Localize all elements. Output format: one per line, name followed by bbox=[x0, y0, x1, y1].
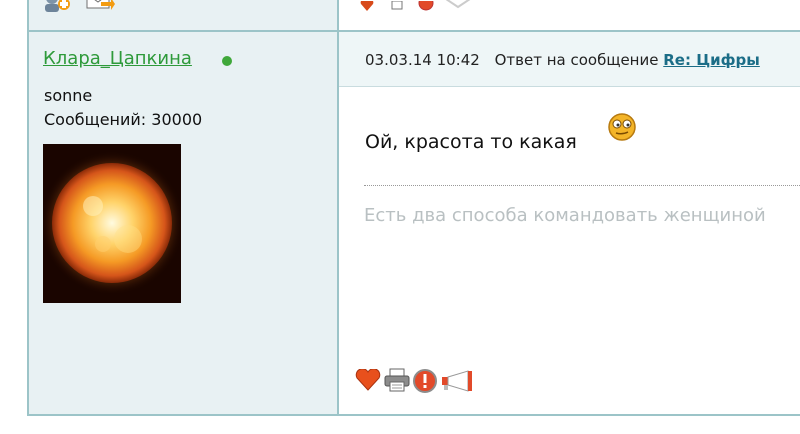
post-date: 03.03.14 10:42 bbox=[365, 51, 480, 69]
previous-post-body-cell bbox=[339, 0, 800, 30]
email-icon[interactable] bbox=[85, 0, 115, 18]
reply-to-link[interactable]: Re: Цифры bbox=[663, 51, 760, 69]
online-status-icon bbox=[222, 56, 232, 66]
report-abuse-icon[interactable] bbox=[412, 368, 438, 398]
posts-label: Сообщений: bbox=[44, 110, 147, 129]
reply-prefix: Ответ на сообщение bbox=[494, 51, 659, 69]
print-icon[interactable] bbox=[390, 0, 404, 15]
previous-post-user-cell bbox=[29, 0, 337, 30]
post-message: Ой, красота то какая bbox=[365, 131, 577, 153]
avatar bbox=[43, 144, 181, 303]
author-status: sonne bbox=[44, 86, 93, 105]
heart-icon[interactable] bbox=[360, 0, 374, 15]
author-name-link[interactable]: Клара_Цапкина bbox=[43, 48, 192, 69]
signature-divider bbox=[364, 185, 800, 186]
print-icon[interactable] bbox=[384, 368, 410, 396]
like-heart-icon[interactable] bbox=[355, 368, 381, 395]
add-user-icon[interactable] bbox=[42, 0, 72, 18]
megaphone-icon[interactable] bbox=[444, 0, 474, 15]
smiley-icon bbox=[607, 112, 639, 146]
author-post-count: Сообщений: 30000 bbox=[44, 110, 202, 129]
post-meta: 03.03.14 10:42 Ответ на сообщение Re: Ци… bbox=[365, 51, 760, 69]
report-icon[interactable] bbox=[418, 0, 434, 15]
megaphone-icon[interactable] bbox=[440, 370, 474, 396]
posts-count: 30000 bbox=[151, 110, 203, 129]
signature-text: Есть два способа командовать женщиной bbox=[364, 205, 766, 226]
